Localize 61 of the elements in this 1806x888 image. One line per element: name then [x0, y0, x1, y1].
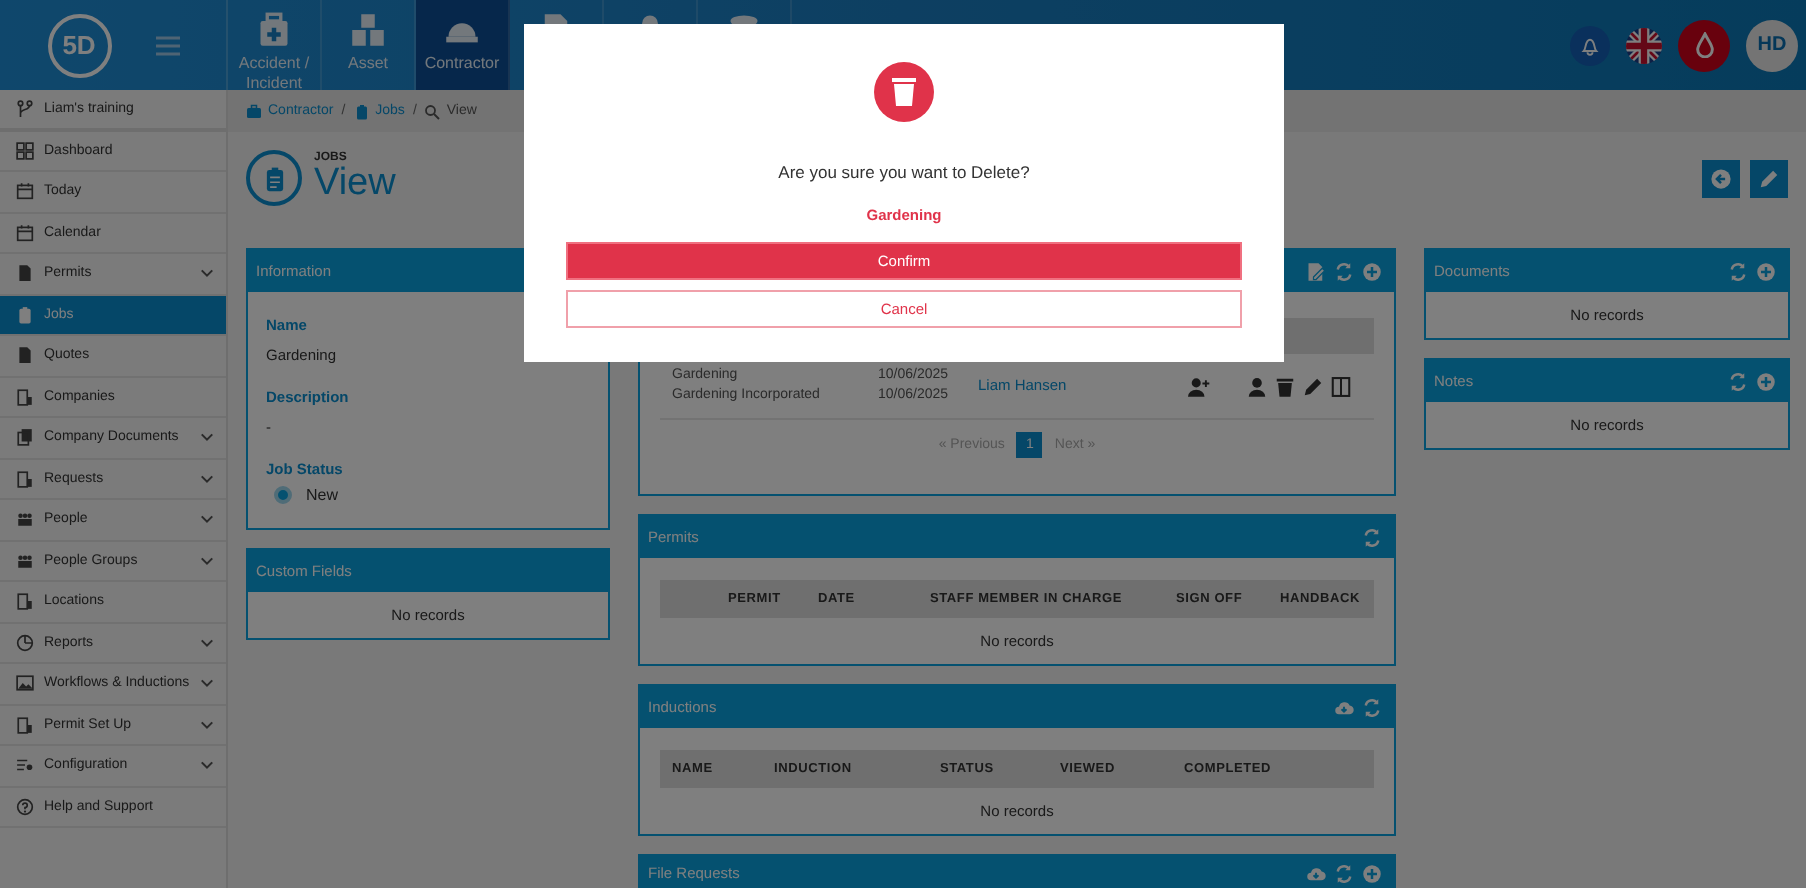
refresh-icon [1362, 697, 1382, 717]
columns-icon[interactable] [1330, 375, 1352, 397]
status-dot [274, 486, 292, 504]
calendar-icon [16, 223, 34, 242]
module-tile[interactable]: Contractor [416, 0, 510, 90]
refresh-icon [1334, 864, 1354, 884]
chevron-icon [200, 719, 214, 730]
logo[interactable]: 5D [47, 13, 111, 77]
document-pen-icon [1306, 261, 1326, 281]
avatar[interactable]: HD [1746, 19, 1798, 71]
flag-icon[interactable] [1626, 27, 1662, 63]
building-icon [16, 469, 34, 488]
branch-icon [16, 99, 34, 118]
calendar-icon [16, 182, 34, 201]
plus-circle-icon [1756, 371, 1776, 391]
help-icon [16, 797, 34, 816]
chevron-icon [200, 473, 214, 484]
refresh-icon [1362, 527, 1382, 547]
chart-icon [16, 633, 34, 652]
back-button[interactable] [1702, 159, 1740, 197]
trash-icon [874, 62, 934, 122]
pencil-icon[interactable] [1302, 375, 1324, 397]
briefcase-icon [246, 103, 262, 119]
refresh-icon [1728, 371, 1748, 391]
pencil-icon [1758, 167, 1780, 189]
chevron-icon [200, 555, 214, 566]
page-title: View [314, 164, 396, 204]
chevron-icon [200, 760, 214, 771]
dialog-message: Are you sure you want to Delete? [778, 162, 1030, 182]
chevron-icon [200, 678, 214, 689]
chevron-icon [200, 637, 214, 648]
grid-icon [16, 141, 34, 160]
settings-icon [16, 756, 34, 775]
add-person-icon[interactable] [1188, 375, 1210, 397]
edit-button[interactable] [1750, 159, 1788, 197]
clipboard-icon [16, 305, 34, 324]
clipboard-icon [353, 103, 370, 119]
copy-icon [16, 428, 34, 447]
building-icon [16, 715, 34, 734]
chevron-icon [200, 432, 214, 443]
drop-icon[interactable] [1678, 19, 1730, 71]
medical-kit-icon [256, 12, 292, 48]
plus-circle-icon [1756, 261, 1776, 281]
people-icon [16, 551, 34, 570]
boxes-icon [350, 12, 386, 48]
status-value: New [306, 486, 339, 504]
refresh-icon [1728, 261, 1748, 281]
people-icon [16, 510, 34, 529]
back-arrow-icon [1710, 167, 1732, 189]
chevron-icon [200, 268, 214, 279]
plus-circle-icon [1362, 261, 1382, 281]
clipboard-icon [246, 150, 302, 206]
refresh-icon [1334, 261, 1354, 281]
bell-icon[interactable] [1570, 25, 1610, 65]
chevron-icon [200, 514, 214, 525]
cloud-download-icon [1334, 697, 1354, 717]
image-icon [16, 674, 34, 693]
building-icon [16, 387, 34, 406]
search-icon [424, 103, 441, 119]
trash-icon[interactable] [1274, 375, 1296, 397]
building-icon [16, 592, 34, 611]
